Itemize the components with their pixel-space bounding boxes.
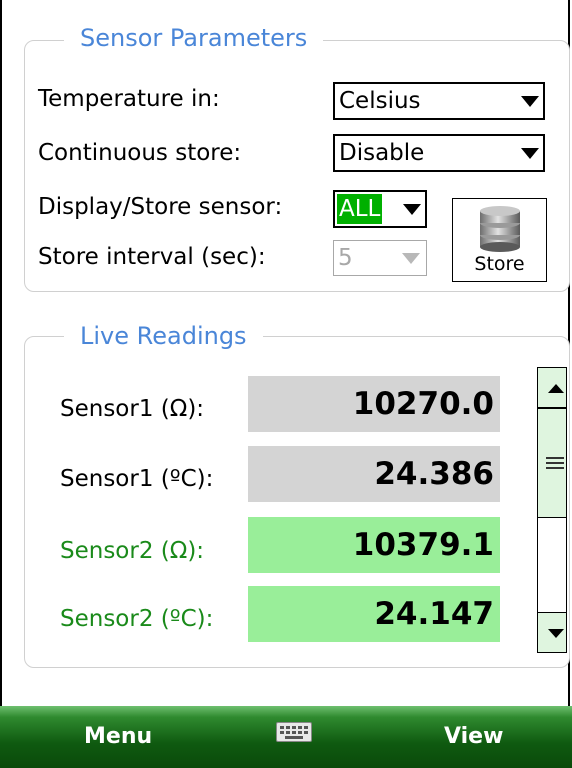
continuous-store-value: Disable [339,140,425,166]
display-store-sensor-dropdown[interactable]: ALL [333,190,427,228]
sensor-parameters-title: Sensor Parameters [64,24,324,52]
store-interval-value: 5 [338,245,353,271]
scroll-thumb[interactable] [538,408,566,518]
store-button-label: Store [474,253,525,275]
temperature-label: Temperature in: [38,86,220,112]
softkey-bar: Menu View [0,706,572,768]
window-border-left [0,0,2,768]
scroll-up-icon [548,384,564,393]
temperature-dropdown[interactable]: Celsius [333,82,545,120]
grip-line [546,462,564,464]
display-store-sensor-label: Display/Store sensor: [38,194,283,220]
view-softkey[interactable]: View [444,722,503,752]
sensor2-ohm-value: 10379.1 [248,517,500,573]
scroll-down-icon [548,629,564,638]
chevron-down-icon [402,253,420,264]
scroll-up-button[interactable] [538,368,566,408]
sensor2-ohm-label: Sensor2 (Ω): [60,538,205,564]
sensor1-ohm-label: Sensor1 (Ω): [60,396,205,422]
sensor2-celsius-value: 24.147 [248,586,500,642]
temperature-value: Celsius [339,88,421,114]
grip-line [546,467,564,469]
chevron-down-icon [521,148,539,159]
live-readings-title: Live Readings [64,322,263,350]
continuous-store-label: Continuous store: [38,140,242,166]
continuous-store-dropdown[interactable]: Disable [333,134,545,172]
store-button[interactable]: Store [452,198,547,282]
database-icon [480,206,520,252]
readings-scrollbar[interactable] [537,367,567,653]
chevron-down-icon [521,96,539,107]
chevron-down-icon [403,204,421,215]
sensor1-celsius-label: Sensor1 (ºC): [60,466,214,492]
store-interval-label: Store interval (sec): [38,244,266,270]
store-interval-dropdown: 5 [333,240,427,276]
sensor1-celsius-value: 24.386 [248,446,500,502]
menu-softkey[interactable]: Menu [84,722,152,752]
sensor1-ohm-value: 10270.0 [248,376,500,432]
scroll-down-button[interactable] [538,612,566,652]
display-store-sensor-value: ALL [337,194,383,224]
sensor2-celsius-label: Sensor2 (ºC): [60,606,214,632]
grip-line [546,457,564,459]
keyboard-icon[interactable] [276,722,312,742]
